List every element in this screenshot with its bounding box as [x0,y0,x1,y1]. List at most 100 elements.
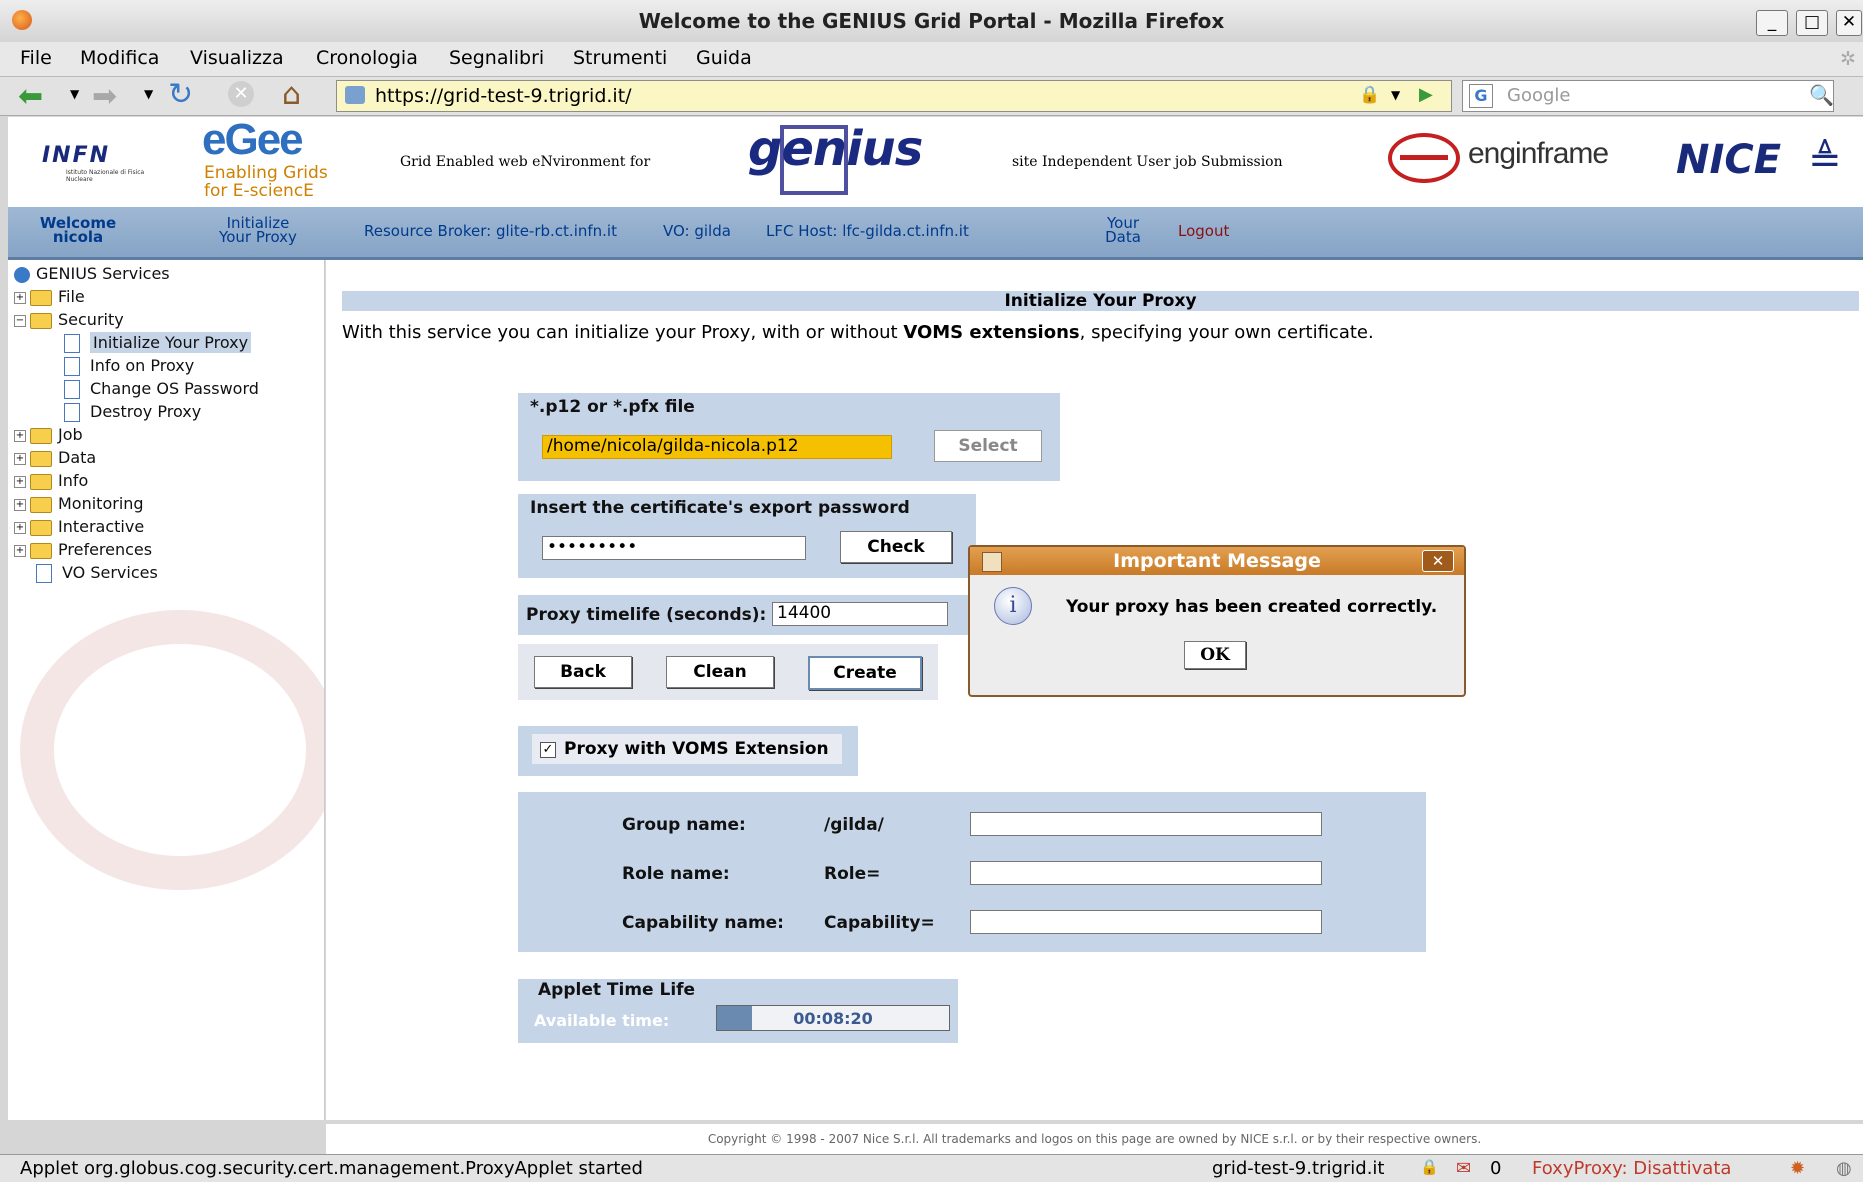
clean-button[interactable]: Clean [666,656,774,688]
genius-logo: genius [744,121,944,203]
tree-root[interactable]: GENIUS Services [14,264,170,283]
minimize-button[interactable]: _ [1756,10,1788,36]
important-message-dialog: Important Message ✕ i Your proxy has bee… [968,545,1466,697]
tree-item-initialize-proxy[interactable]: Initialize Your Proxy [64,332,252,353]
search-icon[interactable]: 🔍 [1809,83,1834,107]
nav-initialize-proxy[interactable]: Initialize Your Proxy [208,216,308,245]
page-icon [64,380,80,399]
create-button[interactable]: Create [808,656,922,690]
menu-file[interactable]: File [20,47,52,69]
menu-visualizza[interactable]: Visualizza [190,47,284,69]
menu-modifica[interactable]: Modifica [80,47,159,69]
group-input[interactable] [970,812,1322,836]
forward-history-dropdown-icon[interactable]: ▼ [144,87,153,101]
tree-item-info-proxy[interactable]: Info on Proxy [64,356,194,376]
timelife-field[interactable]: 14400 [772,602,948,626]
mail-icon[interactable]: ✉ [1456,1158,1471,1179]
voms-fields-panel: Group name: /gilda/ Role name: Role= Cap… [518,792,1426,952]
menu-segnalibri[interactable]: Segnalibri [449,47,544,69]
expand-icon[interactable]: + [14,544,26,557]
status-lock-icon: 🔒 [1420,1158,1439,1176]
expand-icon[interactable]: + [14,429,26,442]
folder-icon [30,427,52,444]
tree-item-interactive[interactable]: + Interactive [14,517,144,536]
menu-cronologia[interactable]: Cronologia [316,47,418,69]
egee-logo: eGee Enabling Grids for E-sciencE [202,115,328,201]
available-time-label: Available time: [534,1011,670,1030]
back-button[interactable]: Back [534,656,632,688]
tree-item-data[interactable]: + Data [14,448,96,467]
select-button[interactable]: Select [934,430,1042,462]
tree-item-preferences[interactable]: + Preferences [14,540,152,559]
close-window-button[interactable]: ✕ [1836,10,1862,36]
addon-icon[interactable]: ◍ [1836,1158,1852,1179]
folder-icon [30,542,52,559]
genius-tagline-right: site Independent User job Submission [1012,154,1283,170]
nav-logout[interactable]: Logout [1178,222,1229,240]
expand-icon[interactable]: + [14,475,26,488]
file-path-field[interactable]: /home/nicola/gilda-nicola.p12 [542,435,892,459]
dialog-message: Your proxy has been created correctly. [1066,597,1438,617]
maximize-button[interactable]: □ [1796,10,1828,36]
dialog-close-button[interactable]: ✕ [1422,550,1454,572]
voms-row[interactable]: ✓ Proxy with VOMS Extension [532,734,842,764]
tree-item-info[interactable]: + Info [14,471,88,490]
menu-strumenti[interactable]: Strumenti [573,47,667,69]
check-button[interactable]: Check [840,531,952,563]
ok-button[interactable]: OK [1184,641,1246,669]
page-icon [64,334,80,353]
page-heading-bar: Initialize Your Proxy [342,291,1859,311]
tree-item-vo-services[interactable]: VO Services [36,563,158,583]
info-icon: i [994,587,1032,625]
foxyproxy-icon[interactable]: ✹ [1790,1158,1805,1179]
tree-item-change-password[interactable]: Change OS Password [64,379,259,399]
search-box[interactable]: G Google 🔍 [1462,80,1834,112]
url-bar[interactable]: https://grid-test-9.trigrid.it/ 🔒 ▼ ▶ [336,80,1452,112]
role-input[interactable] [970,861,1322,885]
search-input[interactable]: Google [1507,85,1570,106]
stop-icon[interactable]: ✕ [228,81,254,107]
collapse-icon[interactable]: − [14,314,26,327]
throbber-icon: ✲ [1840,48,1856,70]
expand-icon[interactable]: + [14,291,26,304]
portal-nav-bar: Welcome nicola Initialize Your Proxy Res… [8,207,1863,260]
capability-input[interactable] [970,910,1322,934]
role-label: Role name: [622,864,730,884]
background-watermark-icon [20,610,324,890]
nav-your-data[interactable]: Your Data [1098,216,1148,245]
home-icon[interactable]: ⌂ [282,77,301,112]
voms-checkbox[interactable]: ✓ [540,742,556,758]
applet-timelife-panel: Applet Time Life Available time: 00:08:2… [518,979,958,1043]
nav-lfc-host[interactable]: LFC Host: lfc-gilda.ct.infn.it [766,222,969,240]
capability-prefix: Capability= [824,913,935,933]
nav-vo[interactable]: VO: gilda [663,222,731,240]
google-engine-icon[interactable]: G [1469,84,1493,108]
url-dropdown-icon[interactable]: ▼ [1391,88,1400,102]
folder-open-icon [30,312,52,329]
tree-item-file[interactable]: + File [14,287,85,306]
group-prefix: /gilda/ [824,815,884,835]
menu-bar: File Modifica Visualizza Cronologia Segn… [0,42,1863,77]
expand-icon[interactable]: + [14,498,26,511]
go-arrow-icon[interactable]: ▶ [1419,84,1433,105]
forward-arrow-icon[interactable]: ➡ [92,79,117,114]
reload-icon[interactable]: ↻ [168,77,193,112]
nav-resource-broker[interactable]: Resource Broker: glite-rb.ct.infn.it [364,222,617,240]
foxyproxy-status[interactable]: FoxyProxy: Disattivata [1532,1158,1731,1179]
back-history-dropdown-icon[interactable]: ▼ [70,87,79,101]
time-remaining: 00:08:20 [793,1009,873,1028]
folder-icon [30,519,52,536]
back-arrow-icon[interactable]: ⬅ [18,79,43,114]
tree-item-destroy-proxy[interactable]: Destroy Proxy [64,402,201,422]
voms-label: Proxy with VOMS Extension [564,739,829,759]
password-field[interactable]: ••••••••• [542,536,806,560]
tree-item-job[interactable]: + Job [14,425,83,444]
expand-icon[interactable]: + [14,521,26,534]
folder-icon [30,473,52,490]
tree-item-security[interactable]: − Security [14,310,124,329]
menu-guida[interactable]: Guida [696,47,752,69]
expand-icon[interactable]: + [14,452,26,465]
dialog-title: Important Message [1113,550,1321,572]
role-prefix: Role= [824,864,881,884]
tree-item-monitoring[interactable]: + Monitoring [14,494,144,513]
